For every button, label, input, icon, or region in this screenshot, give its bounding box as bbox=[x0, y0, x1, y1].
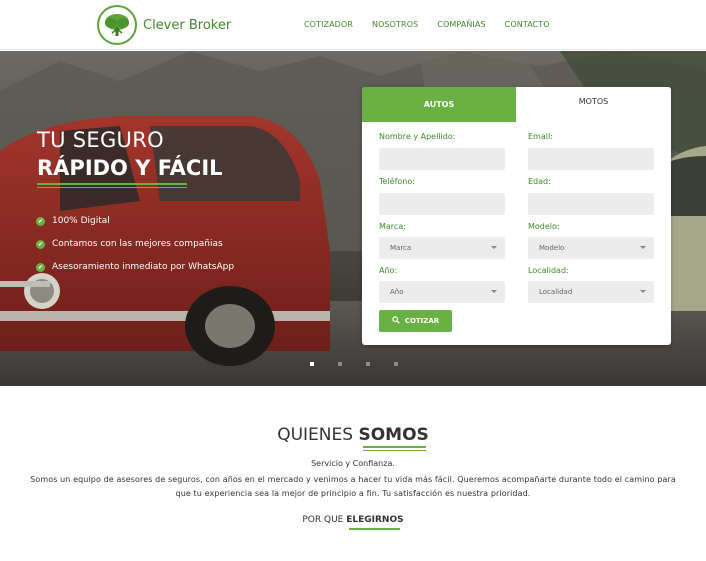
slider-dot-3[interactable] bbox=[366, 362, 370, 366]
chevron-down-icon bbox=[491, 290, 497, 293]
chevron-down-icon bbox=[640, 246, 646, 249]
anio-select-value: Año bbox=[390, 288, 404, 296]
search-icon bbox=[392, 316, 400, 326]
check-icon: ✔ bbox=[36, 262, 45, 272]
hero-title-line2: RÁPIDO Y FÁCIL bbox=[37, 156, 223, 180]
edad-field[interactable] bbox=[528, 193, 654, 215]
about-text: Somos un equipo de asesores de seguros, … bbox=[30, 475, 676, 498]
slider-dot-1[interactable] bbox=[310, 362, 314, 366]
email-label: Email: bbox=[528, 132, 553, 141]
slider-dots bbox=[310, 362, 398, 366]
hero-title-underline bbox=[37, 183, 187, 185]
localidad-select-value: Localidad bbox=[539, 288, 573, 296]
marca-label: Marca: bbox=[379, 222, 406, 231]
feature-item: ✔ Contamos con las mejores compañias bbox=[36, 239, 223, 249]
localidad-select[interactable]: Localidad bbox=[528, 281, 654, 303]
slider-dot-2[interactable] bbox=[338, 362, 342, 366]
about-title-underline bbox=[363, 446, 426, 448]
nav-contacto[interactable]: CONTACTO bbox=[505, 20, 550, 29]
feature-label: Asesoramiento inmediato por WhatsApp bbox=[52, 262, 235, 272]
slider-dot-4[interactable] bbox=[394, 362, 398, 366]
check-icon: ✔ bbox=[36, 239, 45, 249]
tab-motos[interactable]: MOTOS bbox=[516, 87, 671, 122]
why-heading-bold: ELEGIRNOS bbox=[346, 515, 404, 525]
anio-select[interactable]: Año bbox=[379, 281, 505, 303]
feature-item: ✔ 100% Digital bbox=[36, 216, 110, 226]
nav-cotizador[interactable]: COTIZADOR bbox=[304, 20, 353, 29]
nombre-field[interactable] bbox=[379, 148, 505, 170]
email-field[interactable] bbox=[528, 148, 654, 170]
nav-companias[interactable]: COMPAÑIAS bbox=[437, 20, 485, 29]
feature-item: ✔ Asesoramiento inmediato por WhatsApp bbox=[36, 262, 234, 272]
edad-label: Edad: bbox=[528, 177, 551, 186]
tree-logo-icon bbox=[97, 5, 137, 45]
check-icon: ✔ bbox=[36, 216, 45, 226]
marca-select[interactable]: Marca bbox=[379, 237, 505, 259]
tab-autos[interactable]: AUTOS bbox=[362, 87, 516, 122]
logo[interactable]: Clever Broker bbox=[97, 4, 231, 46]
about-title-bold: SOMOS bbox=[358, 425, 429, 445]
cotizar-button-label: COTIZAR bbox=[404, 317, 440, 325]
modelo-label: Modelo: bbox=[528, 222, 560, 231]
cotizar-button[interactable]: COTIZAR bbox=[379, 310, 452, 332]
about-subtitle: Servicio y Confianza. bbox=[311, 459, 395, 468]
marca-select-value: Marca bbox=[390, 244, 412, 252]
why-underline bbox=[349, 528, 400, 530]
modelo-select-value: Modelo bbox=[539, 244, 565, 252]
localidad-label: Localidad: bbox=[528, 266, 569, 275]
chevron-down-icon bbox=[640, 290, 646, 293]
brand-name: Clever Broker bbox=[143, 17, 232, 33]
why-heading: POR QUE ELEGIRNOS bbox=[0, 515, 706, 525]
quote-form: AUTOS MOTOS Nombre y Apellido: Email: Te… bbox=[362, 87, 671, 345]
chevron-down-icon bbox=[491, 246, 497, 249]
hero-title-line1: TU SEGURO bbox=[37, 128, 164, 152]
feature-label: Contamos con las mejores compañias bbox=[52, 239, 223, 249]
about-title-underline-thin bbox=[363, 450, 426, 451]
telefono-field[interactable] bbox=[379, 193, 505, 215]
about-title-plain: QUIENES bbox=[277, 425, 359, 445]
nombre-label: Nombre y Apellido: bbox=[379, 132, 456, 141]
main-nav: COTIZADOR NOSOTROS COMPAÑIAS CONTACTO bbox=[304, 20, 550, 29]
telefono-label: Teléfono: bbox=[379, 177, 415, 186]
vehicle-tabs: AUTOS MOTOS bbox=[362, 87, 671, 122]
modelo-select[interactable]: Modelo bbox=[528, 237, 654, 259]
nav-nosotros[interactable]: NOSOTROS bbox=[372, 20, 418, 29]
site-header: Clever Broker COTIZADOR NOSOTROS COMPAÑI… bbox=[0, 0, 706, 50]
feature-label: 100% Digital bbox=[52, 216, 110, 226]
about-title: QUIENES SOMOS bbox=[0, 425, 706, 445]
why-heading-plain: POR QUE bbox=[302, 515, 347, 525]
anio-label: Año: bbox=[379, 266, 398, 275]
hero-title-underline-thin bbox=[37, 187, 187, 188]
